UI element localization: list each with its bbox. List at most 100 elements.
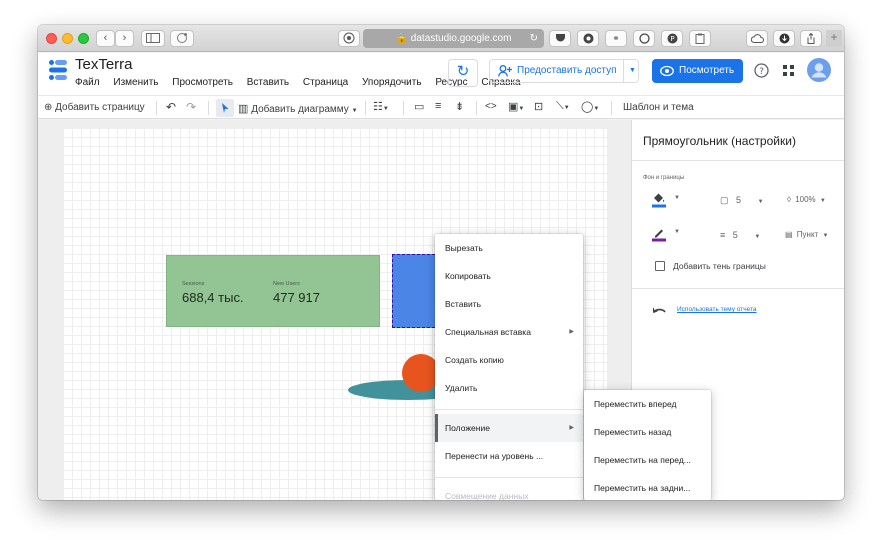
data-control-button[interactable]: ⇟ — [455, 100, 464, 113]
extension-button[interactable] — [170, 30, 194, 47]
submenu-send-to-back[interactable]: Переместить на задни... — [584, 474, 711, 500]
text-button[interactable]: ⊡ — [534, 100, 543, 113]
add-page-button[interactable]: ⊕ Добавить страницу — [44, 102, 145, 113]
menu-item-paste-special[interactable]: Специальная вставка ▶ — [435, 318, 583, 346]
image-button[interactable]: ▣▼ — [508, 100, 524, 113]
line-button[interactable]: ⟍▼ — [556, 100, 570, 113]
submenu-arrow-icon: ▶ — [569, 329, 574, 335]
app-header: TexTerra Файл Изменить Просмотреть Встав… — [38, 53, 844, 95]
menu-item-delete[interactable]: Удалить — [435, 374, 583, 402]
menu-item-cut[interactable]: Вырезать — [435, 234, 583, 262]
shapes-icon: ◯ — [581, 101, 594, 113]
menu-item-order[interactable]: Положение ▶ — [435, 414, 583, 442]
context-menu: Вырезать Копировать Вставить Специальная… — [435, 234, 583, 500]
shadow-checkbox[interactable] — [655, 261, 665, 271]
close-window-button[interactable] — [46, 33, 57, 44]
pinterest-button[interactable]: P — [661, 30, 683, 47]
menu-item-order-label: Положение — [445, 423, 490, 433]
clipboard-icon — [695, 33, 705, 44]
border-style-select[interactable]: ▤ Пункт ▼ — [785, 230, 828, 239]
scorecard-group[interactable]: Sessions 688,4 тыс. New Users 477 917 — [166, 255, 380, 327]
share-dropdown-icon[interactable]: ▼ — [629, 60, 636, 82]
add-control-button[interactable]: ☷▼ — [373, 100, 389, 113]
share-sheet-button[interactable] — [800, 30, 822, 47]
fill-weight-select[interactable]: ▢ 5 ▼ — [720, 195, 764, 206]
line-style-icon: ▤ — [785, 230, 793, 239]
refresh-data-button[interactable]: ↻ — [448, 59, 478, 87]
submenu-bring-to-front[interactable]: Переместить на перед... — [584, 446, 711, 474]
add-chart-button[interactable]: ▥ Добавить диаграмму ▼ — [238, 102, 358, 115]
border-color-picker[interactable]: ▼ — [652, 226, 680, 247]
menu-insert[interactable]: Вставить — [247, 77, 289, 88]
filter-control-button[interactable]: ≡ — [435, 100, 441, 112]
redo-button[interactable]: ↷ — [186, 100, 196, 114]
paint-bucket-icon — [652, 193, 666, 208]
dropdown-arrow-icon: ▼ — [819, 198, 826, 204]
select-tool-button[interactable] — [216, 99, 234, 117]
add-circle-icon: ⊕ — [44, 102, 53, 113]
downloads-button[interactable] — [773, 30, 795, 47]
menu-separator — [435, 477, 583, 478]
icloud-button[interactable] — [746, 30, 768, 47]
redo-icon: ↷ — [186, 100, 197, 114]
pocket-button[interactable] — [549, 30, 571, 47]
sidebar-toggle-button[interactable] — [141, 30, 165, 47]
menu-item-paste-special-label: Специальная вставка — [445, 327, 531, 337]
privacy-button[interactable] — [338, 30, 360, 47]
border-weight-select[interactable]: ≡ 5 ▼ — [720, 230, 760, 240]
svg-text:?: ? — [759, 67, 764, 77]
menu-page[interactable]: Страница — [303, 77, 348, 88]
report-title[interactable]: TexTerra — [75, 56, 133, 73]
pen-icon — [652, 229, 666, 242]
menu-item-duplicate[interactable]: Создать копию — [435, 346, 583, 374]
share-icon — [807, 32, 815, 44]
menu-item-copy[interactable]: Копировать — [435, 262, 583, 290]
menu-file[interactable]: Файл — [75, 77, 100, 88]
toolbar-divider — [208, 101, 209, 115]
view-button[interactable]: Посмотреть — [652, 59, 743, 83]
menu-item-paste[interactable]: Вставить — [435, 290, 583, 318]
zoom-window-button[interactable] — [78, 33, 89, 44]
fill-color-picker[interactable]: ▼ — [652, 192, 680, 213]
view-label: Посмотреть — [679, 65, 735, 76]
menu-view[interactable]: Просмотреть — [172, 77, 233, 88]
selected-rectangle[interactable] — [392, 254, 440, 328]
extension-icon — [177, 33, 187, 43]
menu-item-move-to-layer[interactable]: Перенести на уровень ... — [435, 442, 583, 470]
grammarly-button[interactable] — [633, 30, 655, 47]
submenu-send-backward[interactable]: Переместить назад — [584, 418, 711, 446]
panel-divider — [632, 160, 844, 161]
share-button[interactable]: Предоставить доступ ▼ — [489, 59, 639, 83]
back-button[interactable]: ‹ — [96, 30, 115, 47]
adblock-button[interactable] — [577, 30, 599, 47]
shape-button[interactable]: ◯▼ — [581, 100, 599, 113]
menu-edit[interactable]: Изменить — [113, 77, 158, 88]
new-tab-button[interactable]: + — [826, 30, 842, 47]
minimize-window-button[interactable] — [62, 33, 73, 44]
toolbar-divider — [156, 101, 157, 115]
forward-button[interactable]: › — [115, 30, 134, 47]
help-icon[interactable]: ? — [754, 63, 769, 78]
opacity-select[interactable]: ◊ 100% ▼ — [787, 195, 826, 204]
date-range-button[interactable]: ▭ — [414, 100, 424, 113]
menu-arrange[interactable]: Упорядочить — [362, 77, 422, 88]
menu-item-duplicate-label: Создать копию — [445, 355, 504, 365]
link-button[interactable]: ⚭ — [605, 30, 627, 47]
embed-url-button[interactable]: <> — [485, 101, 497, 112]
apps-grid-icon[interactable] — [782, 64, 795, 77]
shield-icon — [343, 32, 355, 44]
reload-icon[interactable]: ↻ — [530, 29, 538, 48]
metric-new-users-value: 477 917 — [273, 290, 320, 305]
account-avatar-icon[interactable] — [807, 58, 831, 82]
submenu-bring-forward[interactable]: Переместить вперед — [584, 390, 711, 418]
plus-icon: + — [830, 30, 838, 44]
theme-layout-button[interactable]: Шаблон и тема — [623, 102, 694, 113]
dropdown-arrow-icon: ▼ — [563, 105, 570, 111]
address-bar[interactable]: 🔒 datastudio.google.com ↻ — [363, 29, 544, 48]
use-theme-link[interactable]: Использовать тему отчета — [677, 306, 757, 313]
dropdown-arrow-icon: ▼ — [518, 106, 525, 112]
toolbar-divider — [476, 101, 477, 115]
cursor-arrow-icon — [222, 103, 229, 113]
undo-button[interactable]: ↶ — [166, 100, 176, 114]
clipboard-button[interactable] — [689, 30, 711, 47]
